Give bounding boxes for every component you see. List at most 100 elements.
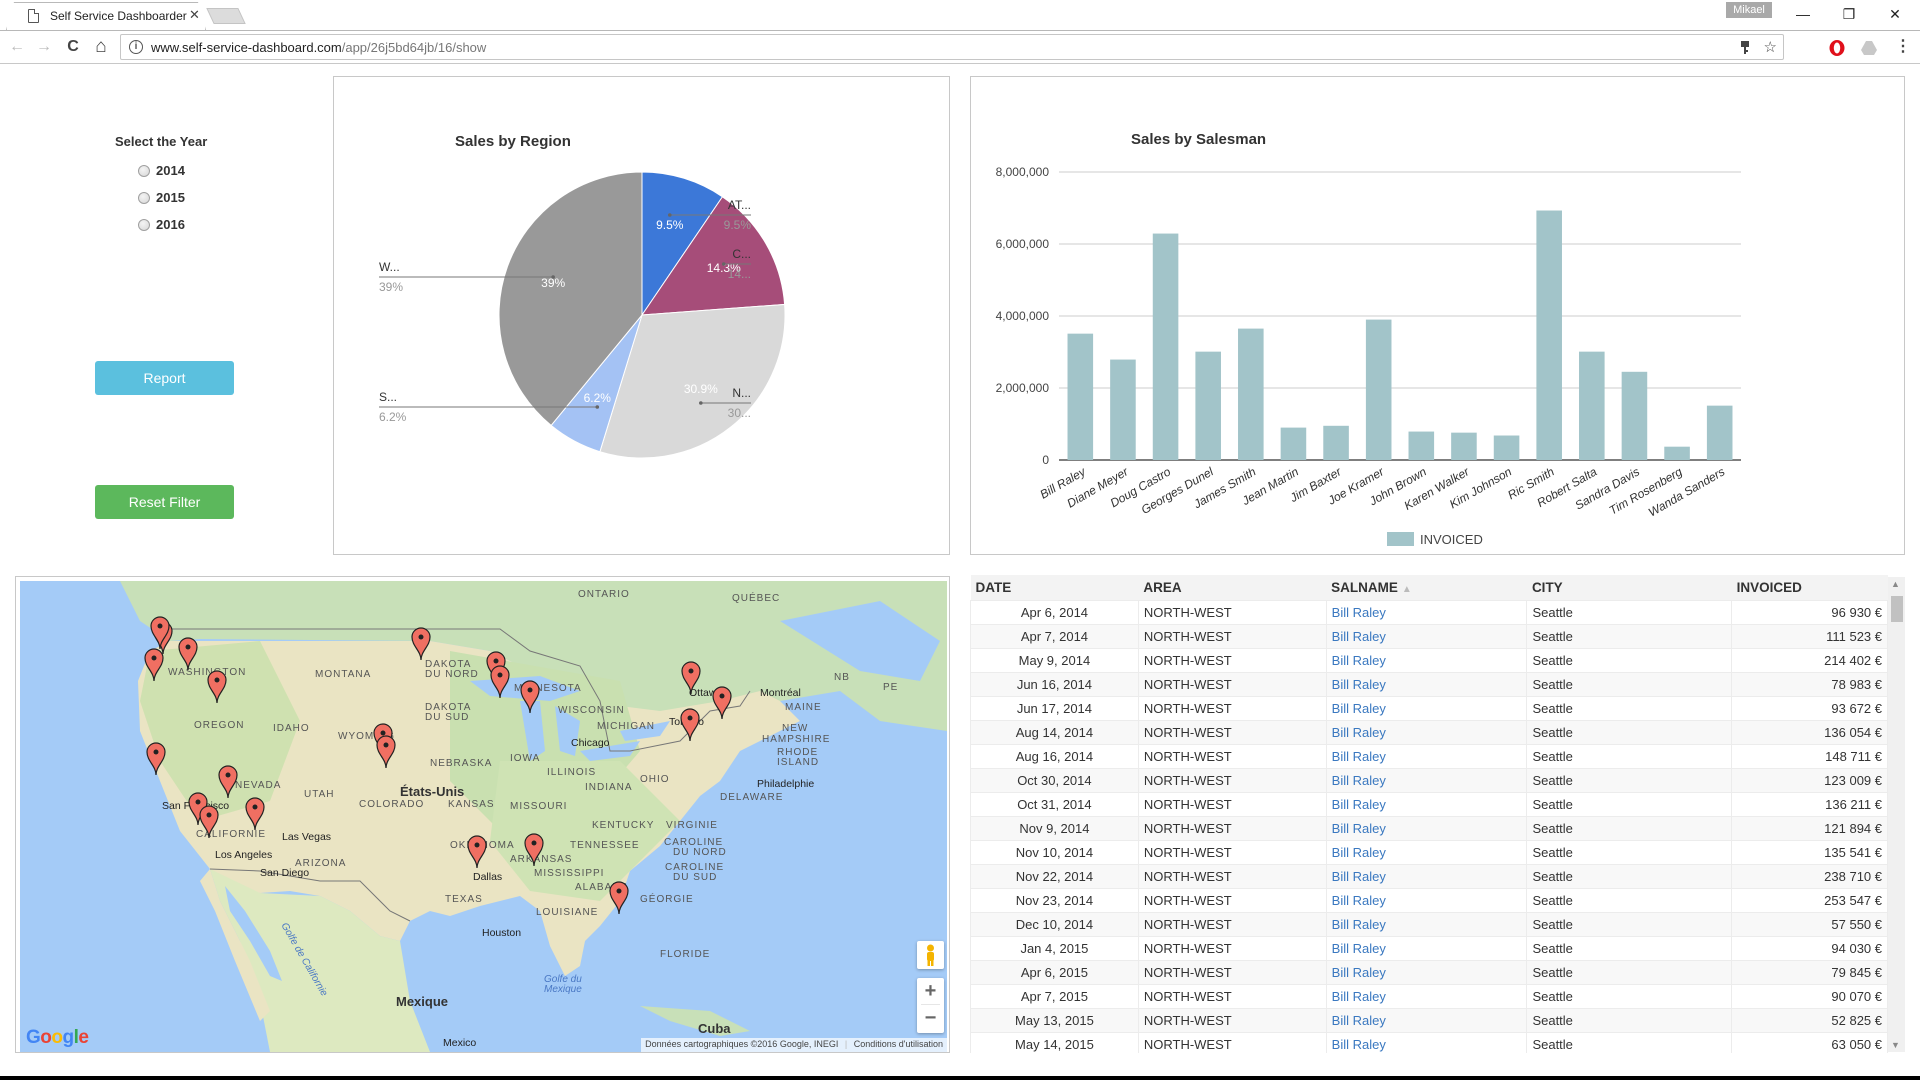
bar[interactable] <box>1493 435 1520 460</box>
map-marker-icon[interactable] <box>150 616 170 650</box>
cell-salesman[interactable]: Bill Raley <box>1325 887 1528 913</box>
opera-icon[interactable] <box>1828 39 1846 57</box>
restore-button[interactable]: ❐ <box>1826 4 1872 28</box>
cell-salesman[interactable]: Bill Raley <box>1325 839 1528 865</box>
cell-salesman[interactable]: Bill Raley <box>1325 911 1528 937</box>
table-row[interactable]: Apr 6, 2015 NORTH-WEST Bill Raley Seattle 79… <box>970 959 1888 985</box>
cell-salesman[interactable]: Bill Raley <box>1325 599 1528 625</box>
scroll-up-arrow[interactable]: ▲ <box>1891 579 1900 589</box>
bar[interactable] <box>1152 233 1179 460</box>
key-icon[interactable] <box>1739 40 1751 56</box>
table-row[interactable]: Nov 10, 2014 NORTH-WEST Bill Raley Seattle 1… <box>970 839 1888 865</box>
menu-icon[interactable]: ⋮ <box>1892 36 1914 58</box>
scroll-down-arrow[interactable]: ▼ <box>1891 1040 1900 1050</box>
tab-close-icon[interactable]: ✕ <box>189 7 200 23</box>
map-marker-icon[interactable] <box>245 797 265 831</box>
column-header-date[interactable]: DATE <box>970 575 1139 600</box>
close-window-button[interactable]: ✕ <box>1872 4 1918 28</box>
cell-salesman[interactable]: Bill Raley <box>1325 1031 1528 1053</box>
scrollbar-thumb[interactable] <box>1891 596 1903 622</box>
info-icon[interactable]: i <box>129 40 143 54</box>
cell-salesman[interactable]: Bill Raley <box>1325 863 1528 889</box>
map-marker-icon[interactable] <box>467 835 487 869</box>
bar[interactable] <box>1664 446 1690 460</box>
bookmark-star-icon[interactable]: ☆ <box>1764 39 1777 56</box>
address-bar[interactable]: i www.self-service-dashboard.com/app/26j… <box>120 34 1784 60</box>
map-marker-icon[interactable] <box>609 881 629 915</box>
table-row[interactable]: Apr 7, 2014 NORTH-WEST Bill Raley Seattle 11… <box>970 623 1888 649</box>
cell-salesman[interactable]: Bill Raley <box>1325 935 1528 961</box>
bar[interactable] <box>1621 371 1648 460</box>
map-marker-icon[interactable] <box>681 661 701 695</box>
google-logo[interactable]: Google <box>26 1027 89 1049</box>
map-marker-icon[interactable] <box>144 648 164 682</box>
bar[interactable] <box>1408 431 1435 460</box>
table-row[interactable]: May 9, 2014 NORTH-WEST Bill Raley Seattle 21… <box>970 647 1888 673</box>
cell-salesman[interactable]: Bill Raley <box>1325 1007 1528 1033</box>
report-button[interactable]: Report <box>95 361 234 395</box>
home-icon[interactable]: ⌂ <box>90 36 112 58</box>
column-header-area[interactable]: AREA <box>1138 575 1327 600</box>
cell-salesman[interactable]: Bill Raley <box>1325 671 1528 697</box>
bar[interactable] <box>1451 432 1477 460</box>
cell-salesman[interactable]: Bill Raley <box>1325 815 1528 841</box>
profile-badge[interactable]: Mikael <box>1726 2 1772 18</box>
zoom-in-button[interactable]: + <box>921 978 940 1005</box>
terms-link[interactable]: Conditions d'utilisation <box>854 1039 943 1049</box>
drive-icon[interactable] <box>1860 39 1878 57</box>
bar[interactable] <box>1706 405 1733 460</box>
map-marker-icon[interactable] <box>490 665 510 699</box>
map-marker-icon[interactable] <box>712 686 732 720</box>
cell-salesman[interactable]: Bill Raley <box>1325 623 1528 649</box>
column-header-invoiced[interactable]: INVOICED <box>1731 575 1888 600</box>
zoom-out-button[interactable]: − <box>917 1005 944 1032</box>
year-radio-2015[interactable]: 2015 <box>138 190 185 205</box>
table-row[interactable]: May 13, 2015 NORTH-WEST Bill Raley Seattle 5… <box>970 1007 1888 1033</box>
table-row[interactable]: Dec 10, 2014 NORTH-WEST Bill Raley Seattle 5… <box>970 911 1888 937</box>
bar[interactable] <box>1365 319 1392 460</box>
back-icon[interactable]: ← <box>6 36 28 58</box>
cell-salesman[interactable]: Bill Raley <box>1325 959 1528 985</box>
map-marker-icon[interactable] <box>218 765 238 799</box>
radio-button[interactable] <box>138 164 150 177</box>
table-row[interactable]: Apr 7, 2015 NORTH-WEST Bill Raley Seattle 90… <box>970 983 1888 1009</box>
column-header-salname[interactable]: SALNAME ▲ <box>1326 575 1527 600</box>
table-row[interactable]: Nov 23, 2014 NORTH-WEST Bill Raley Seattle 2… <box>970 887 1888 913</box>
table-row[interactable]: Nov 22, 2014 NORTH-WEST Bill Raley Seattle 2… <box>970 863 1888 889</box>
table-row[interactable]: Jun 16, 2014 NORTH-WEST Bill Raley Seattle 7… <box>970 671 1888 697</box>
map-marker-icon[interactable] <box>411 627 431 661</box>
table-row[interactable]: Jan 4, 2015 NORTH-WEST Bill Raley Seattle 94… <box>970 935 1888 961</box>
cell-salesman[interactable]: Bill Raley <box>1325 695 1528 721</box>
table-row[interactable]: Apr 6, 2014 NORTH-WEST Bill Raley Seattle 96… <box>970 599 1888 625</box>
map-marker-icon[interactable] <box>520 680 540 714</box>
map-marker-icon[interactable] <box>146 742 166 776</box>
map-marker-icon[interactable] <box>376 735 396 769</box>
reset-filter-button[interactable]: Reset Filter <box>95 485 234 519</box>
cell-salesman[interactable]: Bill Raley <box>1325 743 1528 769</box>
minimize-button[interactable]: — <box>1780 4 1826 28</box>
sales-map[interactable]: ONTARIO QUÉBEC MONTANA DAKOTA DU NORD DA… <box>20 581 947 1052</box>
table-row[interactable]: Jun 17, 2014 NORTH-WEST Bill Raley Seattle 9… <box>970 695 1888 721</box>
bar[interactable] <box>1536 210 1562 460</box>
table-row[interactable]: Aug 16, 2014 NORTH-WEST Bill Raley Seattle 1… <box>970 743 1888 769</box>
table-scrollbar[interactable]: ▲ ▼ <box>1888 577 1905 1052</box>
table-row[interactable]: Oct 31, 2014 NORTH-WEST Bill Raley Seattle 1… <box>970 791 1888 817</box>
cell-salesman[interactable]: Bill Raley <box>1325 647 1528 673</box>
bar[interactable] <box>1579 351 1605 460</box>
map-marker-icon[interactable] <box>207 670 227 704</box>
new-tab-button[interactable] <box>206 8 246 24</box>
radio-button[interactable] <box>138 191 150 204</box>
forward-icon[interactable]: → <box>33 36 55 58</box>
table-row[interactable]: Oct 30, 2014 NORTH-WEST Bill Raley Seattle 1… <box>970 767 1888 793</box>
radio-button[interactable] <box>138 218 150 231</box>
cell-salesman[interactable]: Bill Raley <box>1325 791 1528 817</box>
bar[interactable] <box>1195 351 1221 460</box>
column-header-city[interactable]: CITY <box>1526 575 1732 600</box>
bar[interactable] <box>1067 333 1094 460</box>
year-radio-2014[interactable]: 2014 <box>138 163 185 178</box>
cell-salesman[interactable]: Bill Raley <box>1325 719 1528 745</box>
bar[interactable] <box>1323 425 1349 460</box>
legend-label[interactable]: INVOICED <box>1420 532 1483 547</box>
table-row[interactable]: Nov 9, 2014 NORTH-WEST Bill Raley Seattle 12… <box>970 815 1888 841</box>
street-view-pegman[interactable] <box>917 941 944 969</box>
